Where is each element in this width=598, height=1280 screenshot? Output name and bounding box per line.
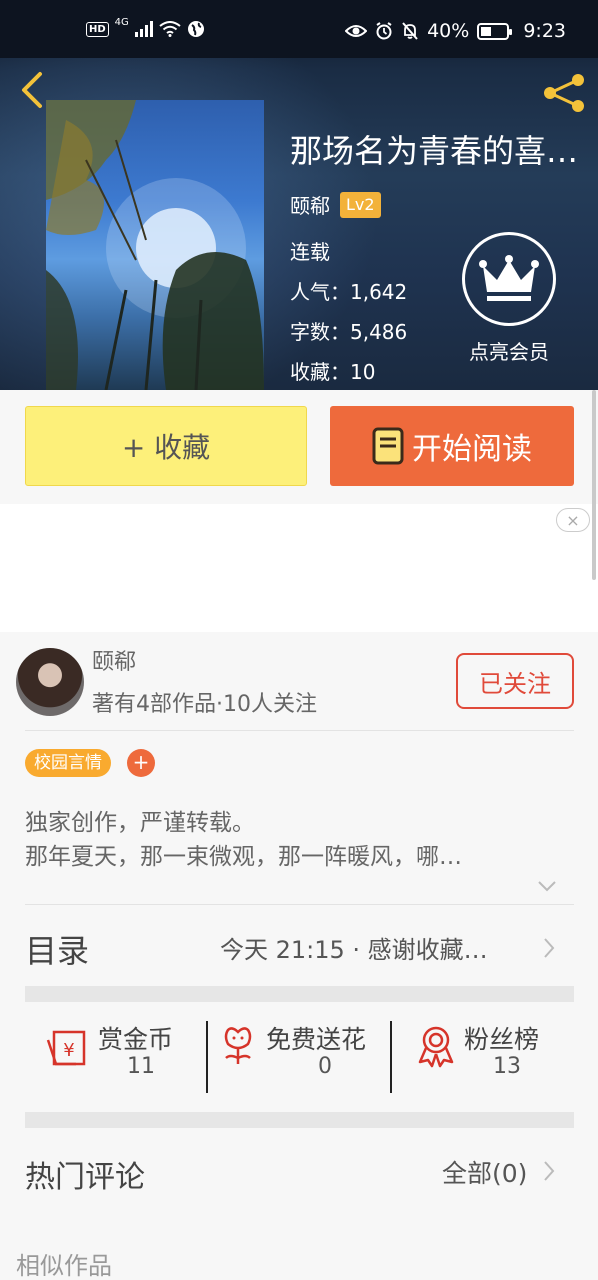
description-line-1: 独家创作，严谨转载。 bbox=[25, 810, 255, 836]
book-icon bbox=[372, 427, 404, 465]
fan-ranking-label: 粉丝榜 bbox=[464, 1025, 540, 1054]
eye-icon bbox=[345, 25, 368, 37]
description-line-2: 那年夏天，那一束微观，那一阵暖风，哪… bbox=[25, 844, 462, 870]
popularity-value: 1,642 bbox=[350, 280, 408, 304]
network-type: 4G bbox=[114, 16, 129, 28]
divider bbox=[25, 730, 574, 731]
globe-icon bbox=[187, 21, 204, 37]
status-bar-left: HD 4G bbox=[86, 16, 205, 38]
metric-separator bbox=[206, 1021, 208, 1093]
fan-ranking-value: 13 bbox=[493, 1054, 521, 1079]
toc-chevron-right-icon[interactable] bbox=[543, 937, 555, 959]
status-bar-right: 40% 9:23 bbox=[345, 20, 566, 42]
coin-reward-metric[interactable]: ¥ 赏金币 11 bbox=[46, 1020, 196, 1094]
word-count-value: 5,486 bbox=[350, 320, 408, 344]
send-flower-label: 免费送花 bbox=[266, 1025, 367, 1054]
toc-latest-chapter[interactable]: 今天 21:15 · 感谢收藏… bbox=[220, 930, 520, 965]
start-reading-label: 开始阅读 bbox=[412, 432, 532, 467]
add-favorite-button[interactable]: + 收藏 bbox=[25, 406, 307, 486]
section-band bbox=[25, 1112, 574, 1128]
member-label[interactable]: 点亮会员 bbox=[462, 336, 556, 365]
all-comments-link[interactable]: 全部(0) bbox=[442, 1154, 527, 1190]
hot-comments-title: 热门评论 bbox=[25, 1160, 145, 1195]
coin-reward-value: 11 bbox=[127, 1054, 155, 1079]
popularity-label: 人气： bbox=[290, 280, 350, 304]
book-title: 那场名为青春的喜… bbox=[290, 132, 579, 170]
start-reading-button[interactable]: 开始阅读 bbox=[330, 406, 574, 486]
wifi-icon bbox=[159, 21, 181, 37]
svg-text:¥: ¥ bbox=[63, 1040, 74, 1061]
book-header: HD 4G 40% 9:23 那场名为青春的喜… 颐郗 Lv2 连载 人气：1,… bbox=[0, 0, 598, 390]
metric-separator bbox=[390, 1021, 392, 1093]
mute-bell-icon bbox=[402, 22, 418, 40]
book-status: 连载 bbox=[290, 240, 330, 264]
author-card-name[interactable]: 颐郗 bbox=[92, 644, 136, 676]
cover-artwork bbox=[46, 100, 264, 390]
medal-icon bbox=[418, 1026, 454, 1068]
coin-reward-label: 赏金币 bbox=[98, 1025, 174, 1054]
member-button[interactable] bbox=[462, 232, 556, 326]
comments-chevron-right-icon[interactable] bbox=[543, 1160, 555, 1182]
back-arrow-icon[interactable] bbox=[16, 70, 48, 110]
toc-title[interactable]: 目录 bbox=[25, 926, 89, 972]
crown-icon bbox=[479, 255, 539, 301]
author-card-meta: 著有4部作品·10人关注 bbox=[92, 692, 317, 717]
expand-chevron-icon[interactable] bbox=[538, 880, 556, 892]
ad-close-button[interactable]: × bbox=[556, 508, 590, 532]
hd-icon: HD bbox=[86, 21, 109, 37]
cellular-signal-icon bbox=[134, 21, 153, 37]
send-flower-metric[interactable]: 免费送花 0 bbox=[220, 1020, 388, 1094]
favorites-label: 收藏： bbox=[290, 360, 350, 384]
add-tag-button[interactable]: + bbox=[127, 749, 155, 777]
section-band bbox=[25, 986, 574, 1002]
fan-ranking-metric[interactable]: 粉丝榜 13 bbox=[416, 1020, 556, 1094]
word-count-label: 字数： bbox=[290, 320, 350, 344]
genre-tag[interactable]: 校园言情 bbox=[25, 749, 111, 777]
send-flower-value: 0 bbox=[318, 1054, 332, 1079]
word-count-stat: 字数：5,486 bbox=[290, 318, 407, 346]
battery-percent: 40% bbox=[427, 20, 470, 42]
clock: 9:23 bbox=[523, 20, 566, 42]
status-bar: HD 4G 40% 9:23 bbox=[0, 0, 598, 58]
book-author-name[interactable]: 颐郗 bbox=[290, 190, 330, 219]
similar-works-title: 相似作品 bbox=[16, 1252, 112, 1280]
battery-icon bbox=[477, 22, 513, 40]
book-author-row: 颐郗 Lv2 bbox=[290, 190, 381, 219]
share-icon[interactable] bbox=[540, 72, 588, 114]
book-cover-image[interactable] bbox=[46, 100, 264, 390]
author-avatar[interactable] bbox=[16, 648, 84, 716]
close-icon: × bbox=[566, 510, 580, 530]
favorites-value: 10 bbox=[350, 360, 376, 384]
author-level-badge: Lv2 bbox=[340, 191, 381, 218]
red-envelope-icon: ¥ bbox=[46, 1030, 86, 1066]
popularity-stat: 人气：1,642 bbox=[290, 278, 407, 306]
ad-banner[interactable] bbox=[0, 504, 598, 632]
alarm-icon bbox=[376, 22, 392, 40]
follow-button[interactable]: 已关注 bbox=[456, 653, 574, 709]
divider bbox=[25, 904, 574, 905]
flower-icon bbox=[224, 1027, 252, 1064]
scrollbar[interactable] bbox=[592, 390, 596, 580]
action-bar: + 收藏 开始阅读 bbox=[0, 390, 598, 504]
favorites-stat: 收藏：10 bbox=[290, 358, 375, 386]
